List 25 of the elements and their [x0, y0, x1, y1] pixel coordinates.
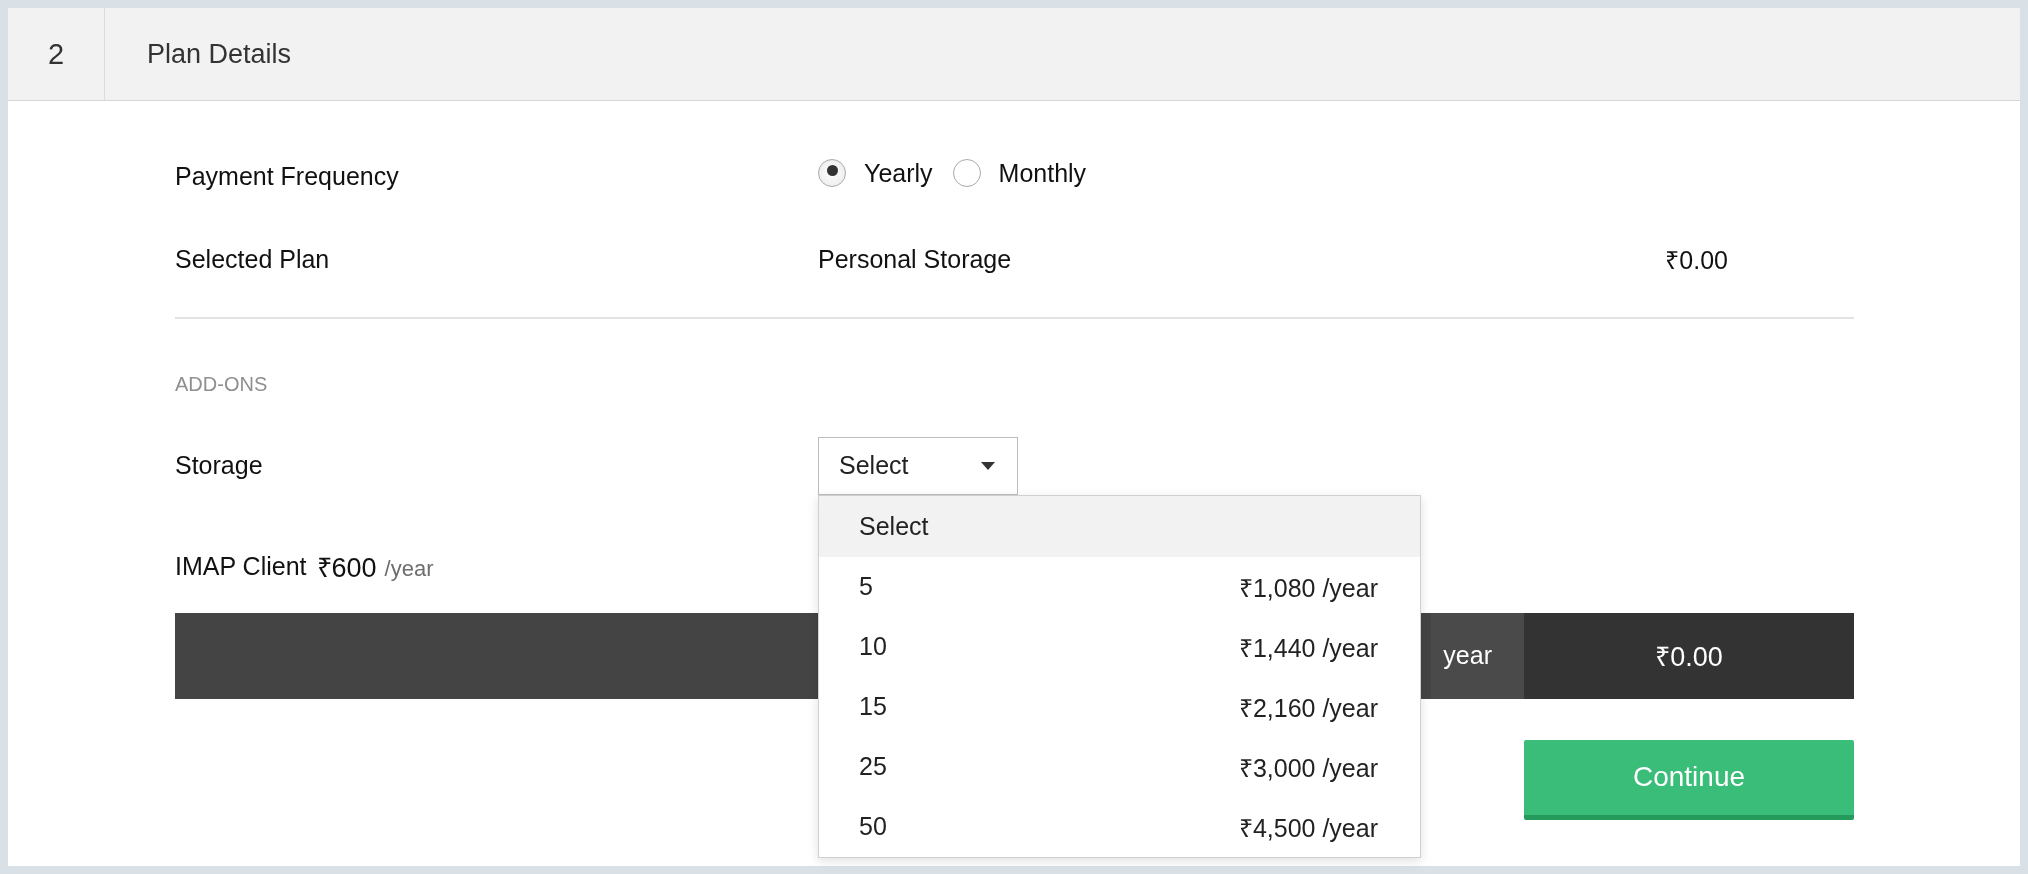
plan-price: ₹0.00	[1665, 245, 1729, 276]
dropdown-option[interactable]: 15 ₹2,160 /year	[819, 676, 1420, 737]
section-heading: ADD-ONS	[175, 372, 269, 397]
radio-button[interactable]	[818, 159, 846, 187]
field-label: Storage	[175, 451, 264, 480]
radio-button[interactable]	[952, 159, 981, 187]
price-period: /year	[384, 555, 434, 582]
dropdown-option[interactable]: 25 ₹3,000 /year	[819, 736, 1420, 797]
field-label: Selected Plan	[175, 244, 331, 274]
field-label: IMAP Client	[175, 552, 307, 581]
section-title: Plan Details	[146, 37, 292, 71]
radio-label[interactable]: Yearly	[864, 158, 933, 188]
field-label: Payment Frequency	[175, 161, 400, 191]
total-amount: ₹0.00	[1524, 612, 1854, 699]
addon-price: ₹600	[316, 552, 377, 585]
dropdown-option[interactable]: Select	[819, 495, 1420, 557]
step-number: 2	[8, 8, 105, 100]
dropdown-option[interactable]: 10 ₹1,440 /year	[819, 616, 1420, 677]
total-label: year	[1431, 612, 1524, 699]
plan-name: Personal Storage	[818, 244, 1012, 274]
caret-icon	[981, 461, 995, 470]
dropdown-option[interactable]: 50 ₹4,500 /year	[819, 796, 1420, 857]
storage-select[interactable]: Select	[818, 436, 1018, 495]
radio-label[interactable]: Monthly	[998, 158, 1087, 188]
dropdown-option[interactable]: 5 ₹1,080 /year	[819, 556, 1420, 617]
